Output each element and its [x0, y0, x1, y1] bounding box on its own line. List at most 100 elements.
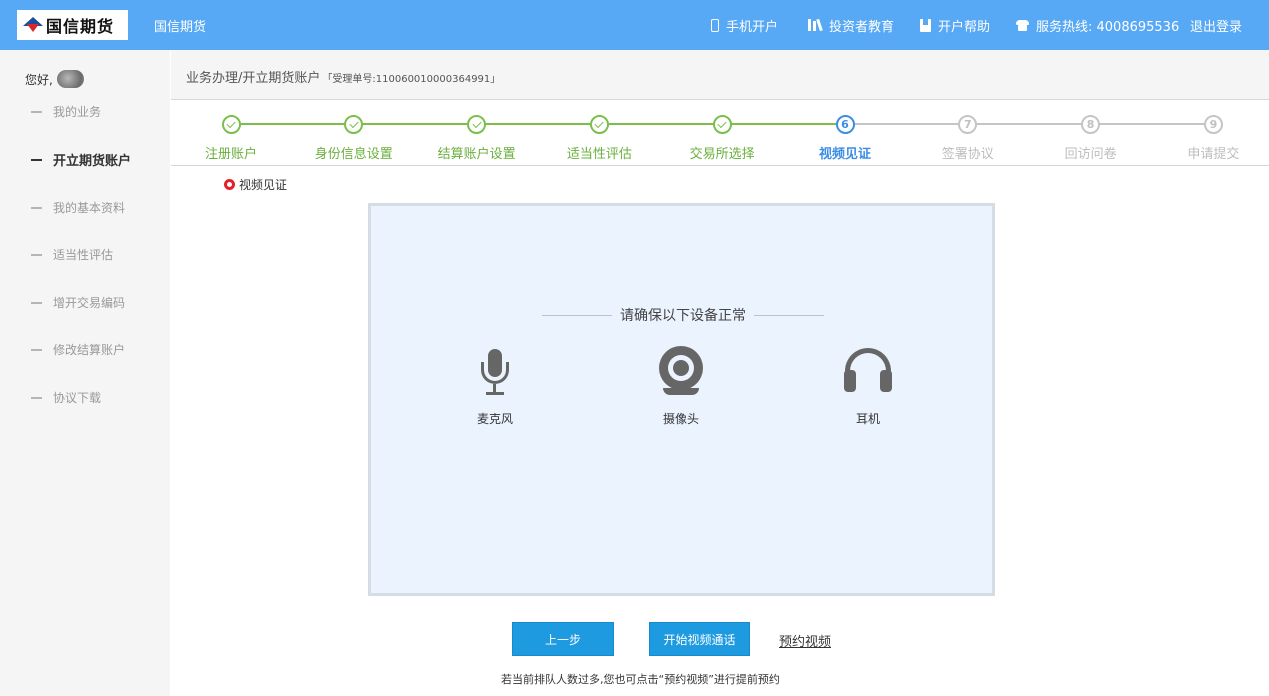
step-2-marker	[344, 115, 364, 134]
phone-icon	[711, 18, 719, 32]
sidebar-item-label: 修改结算账户	[53, 343, 126, 357]
headphones-icon	[844, 346, 892, 402]
check-icon	[226, 118, 236, 129]
ticket-number: 「受理单号:110060010000364991」	[322, 74, 501, 85]
device-headphones: 耳机	[823, 346, 913, 427]
nav-investor-education[interactable]: 投资者教育	[808, 0, 894, 50]
section-title: 视频见证	[224, 176, 287, 193]
step-connector	[353, 123, 477, 125]
step-number: 9	[1209, 118, 1218, 131]
step-connector	[1090, 123, 1214, 125]
nav-account-help[interactable]: 开户帮助	[920, 0, 990, 50]
dash-icon	[31, 158, 42, 161]
service-hotline: 服务热线: 4008695536	[1016, 0, 1179, 50]
nav-mobile-open[interactable]: 手机开户	[711, 0, 778, 50]
check-icon	[471, 118, 482, 129]
sidebar-item-modify-settlement[interactable]: 修改结算账户	[31, 341, 125, 358]
logo-text: 国信期货	[46, 17, 115, 36]
sidebar-item-label: 我的基本资料	[53, 201, 126, 215]
dash-icon	[31, 253, 42, 256]
panel-heading-text: 请确保以下设备正常	[620, 308, 746, 324]
step-4-label: 适当性评估	[566, 147, 632, 162]
step-1-marker	[221, 115, 241, 134]
step-connector	[476, 123, 600, 125]
sidebar-item-open-futures-account[interactable]: 开立期货账户	[31, 150, 131, 169]
step-number: 8	[1086, 118, 1095, 131]
sidebar-item-label: 我的业务	[53, 105, 102, 119]
step-8-label: 回访问卷	[1064, 147, 1117, 162]
user-greeting: 您好,	[25, 70, 84, 88]
step-6-marker: 6	[835, 115, 855, 134]
microphone-icon	[475, 346, 515, 402]
step-7-label: 签署协议	[941, 147, 994, 162]
step-5-label: 交易所选择	[689, 147, 755, 162]
nav-account-help-label: 开户帮助	[938, 19, 991, 35]
video-panel: 请确保以下设备正常 麦克风 摄像头 耳机	[368, 203, 995, 596]
sidebar-item-basic-info[interactable]: 我的基本资料	[31, 199, 125, 216]
device-microphone: 麦克风	[450, 346, 540, 427]
step-4-marker	[589, 115, 609, 134]
queue-hint: 若当前排队人数过多,您也可点击“预约视频”进行提前预约	[501, 673, 780, 686]
avatar[interactable]	[56, 70, 84, 88]
step-8-marker: 8	[1081, 115, 1101, 134]
breadcrumb-text: 业务办理/开立期货账户 「受理单号:110060010000364991」	[186, 67, 500, 86]
sidebar: 您好, 我的业务 开立期货账户 我的基本资料 适当性评估 增开交易编码 修改结算…	[0, 50, 170, 696]
step-1-label: 注册账户	[204, 147, 257, 162]
books-icon	[808, 18, 823, 32]
step-3-marker	[467, 115, 487, 134]
breadcrumb: 业务办理/开立期货账户 「受理单号:110060010000364991」	[171, 50, 1269, 100]
book-video-link[interactable]: 预约视频	[779, 631, 831, 650]
top-header: 国信期货 国信期货 手机开户 投资者教育 开户帮助 服务热线: 40086955…	[0, 0, 1269, 50]
dash-icon	[31, 301, 42, 304]
check-icon	[349, 118, 359, 129]
step-9-marker: 9	[1203, 115, 1223, 134]
step-progress: 注册账户 身份信息设置 结算账户设置 适当性评估 交易所选择 6 视频见证 7 签署协议 8 回访问…	[171, 101, 1269, 166]
brand-name[interactable]: 国信期货	[154, 16, 206, 35]
logout-link[interactable]: 退出登录	[1190, 0, 1242, 50]
nav-mobile-open-label: 手机开户	[726, 19, 779, 35]
logo-mark-icon	[23, 17, 43, 33]
radio-dot-icon	[224, 179, 235, 190]
sidebar-item-suitability[interactable]: 适当性评估	[31, 246, 113, 263]
divider	[754, 314, 824, 316]
device-label: 耳机	[855, 412, 880, 426]
prev-step-button[interactable]: 上一步	[512, 622, 614, 656]
service-hotline-label: 服务热线: 4008695536	[1036, 19, 1180, 35]
dash-icon	[31, 110, 42, 113]
step-connector	[722, 123, 845, 125]
step-5-marker	[712, 115, 732, 134]
start-video-call-button[interactable]: 开始视频通话	[649, 622, 750, 656]
sidebar-item-add-trading-code[interactable]: 增开交易编码	[31, 294, 125, 311]
panel-heading: 请确保以下设备正常	[542, 305, 824, 325]
book-icon	[920, 18, 931, 32]
divider	[542, 314, 612, 316]
company-logo[interactable]: 国信期货	[17, 10, 128, 40]
step-2-label: 身份信息设置	[314, 147, 393, 162]
step-connector	[231, 123, 354, 125]
dash-icon	[31, 396, 42, 399]
step-number: 6	[841, 118, 849, 131]
sidebar-item-agreement-download[interactable]: 协议下载	[31, 389, 101, 406]
step-6-label: 视频见证	[818, 147, 871, 162]
breadcrumb-path: 业务办理/开立期货账户	[186, 71, 321, 86]
sidebar-item-label: 协议下载	[53, 391, 102, 405]
step-connector	[845, 123, 968, 125]
step-7-marker: 7	[958, 115, 978, 134]
sidebar-item-label: 适当性评估	[53, 248, 114, 262]
sidebar-item-my-business[interactable]: 我的业务	[31, 103, 101, 120]
step-connector	[967, 123, 1091, 125]
check-icon	[717, 118, 727, 129]
step-9-label: 申请提交	[1187, 147, 1240, 162]
step-connector	[599, 123, 723, 125]
dash-icon	[31, 206, 42, 209]
camera-icon	[657, 346, 705, 402]
device-label: 麦克风	[476, 412, 513, 426]
telephone-icon	[1016, 19, 1029, 31]
device-label: 摄像头	[662, 412, 699, 426]
step-number: 7	[963, 118, 972, 131]
sidebar-item-label: 开立期货账户	[53, 154, 132, 169]
device-camera: 摄像头	[636, 346, 726, 427]
dash-icon	[31, 348, 42, 351]
nav-investor-education-label: 投资者教育	[829, 19, 895, 35]
check-icon	[594, 118, 604, 129]
